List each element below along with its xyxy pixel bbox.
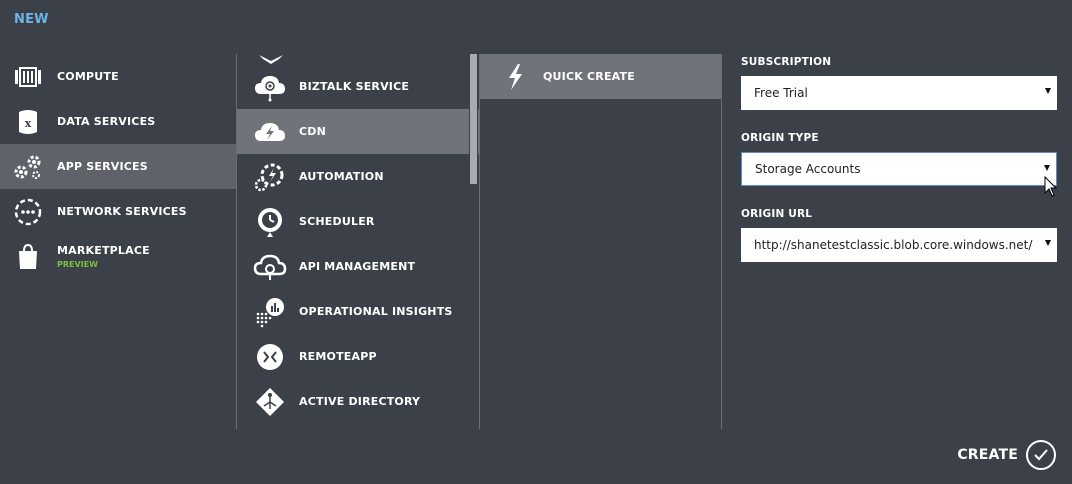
partial-icon (257, 54, 285, 64)
origin-url-select[interactable]: http://shanetestclassic.blob.core.window… (741, 228, 1057, 262)
remoteapp-icon (253, 340, 287, 374)
action-list: QUICK CREATE (479, 54, 722, 429)
service-label: OPERATIONAL INSIGHTS (299, 305, 453, 318)
dropdown-arrow-icon (1044, 165, 1050, 171)
active-directory-icon (253, 385, 287, 419)
preview-badge: PREVIEW (57, 260, 98, 269)
subscription-value: Free Trial (754, 86, 808, 100)
lightning-icon (500, 62, 530, 92)
category-list: COMPUTE x DATA SERVICES APP SERVICES NET… (0, 54, 236, 279)
category-label: COMPUTE (57, 70, 119, 83)
mouse-cursor-icon (1044, 175, 1058, 198)
origin-url-label: ORIGIN URL (741, 208, 813, 220)
automation-icon (253, 160, 287, 194)
compute-icon (13, 62, 43, 92)
service-list-scrollbar[interactable] (469, 54, 478, 429)
service-label: SCHEDULER (299, 215, 375, 228)
service-item-operational-insights[interactable]: OPERATIONAL INSIGHTS (237, 289, 479, 334)
category-compute[interactable]: COMPUTE (0, 54, 236, 99)
service-item-scheduler[interactable]: SCHEDULER (237, 199, 479, 244)
category-label: DATA SERVICES (57, 115, 156, 128)
scheduler-icon (253, 205, 287, 239)
service-item-remoteapp[interactable]: REMOTEAPP (237, 334, 479, 379)
cdn-icon (253, 115, 287, 149)
action-quick-create[interactable]: QUICK CREATE (480, 54, 721, 99)
origin-type-select[interactable]: Storage Accounts (741, 152, 1057, 186)
api-management-icon (253, 250, 287, 284)
subscription-label: SUBSCRIPTION (741, 56, 832, 68)
category-label: MARKETPLACE (57, 244, 150, 257)
service-item-active-directory[interactable]: ACTIVE DIRECTORY (237, 379, 479, 424)
scrollbar-thumb[interactable] (470, 54, 477, 184)
origin-type-value: Storage Accounts (755, 162, 861, 176)
data-services-icon: x (13, 107, 43, 137)
service-label: REMOTEAPP (299, 350, 377, 363)
service-label: AUTOMATION (299, 170, 384, 183)
operational-insights-icon (253, 295, 287, 329)
create-button[interactable]: CREATE (957, 440, 1056, 470)
subscription-select[interactable]: Free Trial (741, 76, 1057, 110)
category-label: NETWORK SERVICES (57, 205, 187, 218)
create-label: CREATE (957, 447, 1018, 463)
service-item-biztalk[interactable]: BIZTALK SERVICE (237, 64, 479, 109)
marketplace-icon (13, 242, 43, 272)
page-title: NEW (14, 12, 49, 27)
service-item-api-management[interactable]: API MANAGEMENT (237, 244, 479, 289)
category-label: APP SERVICES (57, 160, 148, 173)
svg-text:x: x (25, 117, 32, 130)
action-label: QUICK CREATE (543, 70, 635, 83)
service-list: BIZTALK SERVICE CDN AUTOMATION SCHEDULER… (236, 54, 479, 429)
service-label: API MANAGEMENT (299, 260, 416, 273)
origin-type-label: ORIGIN TYPE (741, 132, 819, 144)
checkmark-icon (1026, 440, 1056, 470)
network-services-icon (13, 197, 43, 227)
service-label: CDN (299, 125, 327, 138)
app-services-icon (13, 152, 43, 182)
origin-url-value: http://shanetestclassic.blob.core.window… (754, 238, 1033, 252)
quick-create-form: SUBSCRIPTION Free Trial ORIGIN TYPE Stor… (741, 54, 1057, 262)
category-app-services[interactable]: APP SERVICES (0, 144, 236, 189)
service-item-automation[interactable]: AUTOMATION (237, 154, 479, 199)
service-label: ACTIVE DIRECTORY (299, 395, 421, 408)
service-label: BIZTALK SERVICE (299, 80, 410, 93)
dropdown-arrow-icon (1045, 88, 1051, 94)
biztalk-icon (253, 70, 287, 104)
category-network-services[interactable]: NETWORK SERVICES (0, 189, 236, 234)
service-item-cdn[interactable]: CDN (237, 109, 479, 154)
dropdown-arrow-icon (1045, 240, 1051, 246)
service-item-partial[interactable] (237, 54, 479, 64)
category-marketplace[interactable]: MARKETPLACE PREVIEW (0, 234, 236, 279)
category-data-services[interactable]: x DATA SERVICES (0, 99, 236, 144)
